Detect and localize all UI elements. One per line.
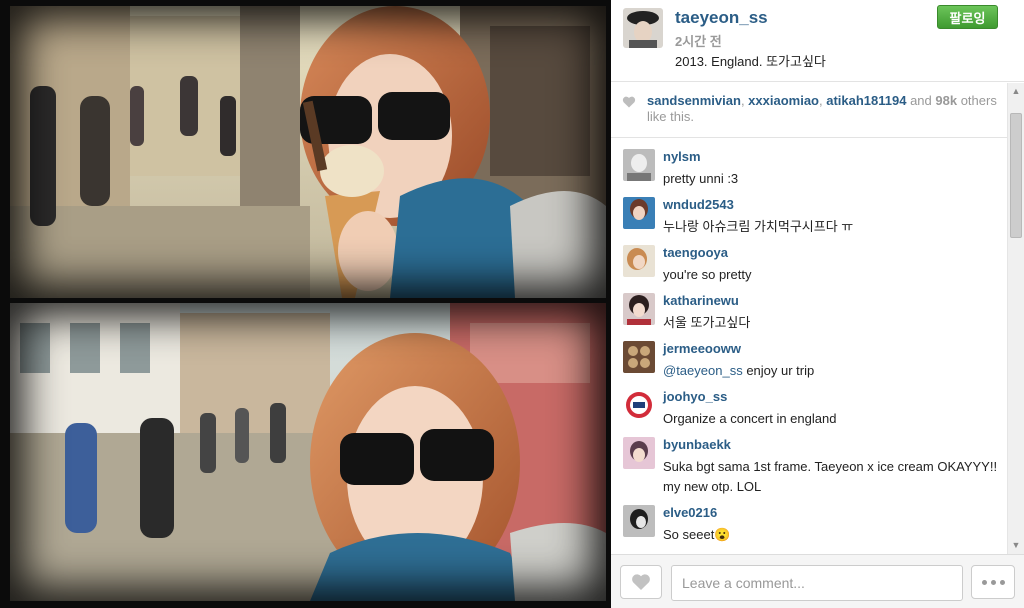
comment-avatar[interactable] <box>623 437 655 469</box>
comments-list: nylsm pretty unni :3 wndud2543 누나랑 아슈크림 … <box>611 139 1009 554</box>
comment-username[interactable]: katharinewu <box>663 293 739 308</box>
post-timestamp: 2시간 전 <box>675 34 722 49</box>
comment-text: @taeyeon_ss enjoy ur trip <box>663 363 815 378</box>
comment-text: Organize a concert in england <box>663 411 837 426</box>
likes-summary: sandsenmivian, xxxiaomiao, atikah181194 … <box>611 83 1009 138</box>
comment-username[interactable]: jermeeooww <box>663 341 741 356</box>
more-dots-icon <box>999 579 1005 585</box>
post-caption: 2013. England. 또가고싶다 <box>675 54 826 69</box>
liker-username[interactable]: xxxiaomiao <box>748 93 819 108</box>
comment-text: pretty unni :3 <box>663 171 739 186</box>
comment-username[interactable]: elve0216 <box>663 505 717 520</box>
heart-icon <box>622 96 636 108</box>
comment-text: 서울 또가고싶다 <box>663 315 751 330</box>
comment-mention[interactable]: @taeyeon_ss <box>663 363 743 378</box>
comment-avatar[interactable] <box>623 341 655 373</box>
comment-input[interactable] <box>671 565 963 601</box>
comment-item: katharinewu 서울 또가고싶다 <box>611 293 1009 335</box>
comment-avatar[interactable] <box>623 149 655 181</box>
comment-username[interactable]: taengooya <box>663 245 728 260</box>
liker-username[interactable]: atikah181194 <box>826 93 906 108</box>
scroll-down-arrow-icon[interactable]: ▼ <box>1008 537 1024 554</box>
post-username[interactable]: taeyeon_ss <box>675 8 768 28</box>
comment-username[interactable]: nylsm <box>663 149 701 164</box>
liker-username[interactable]: sandsenmivian <box>647 93 741 108</box>
comments-scrollbar[interactable]: ▲ ▼ <box>1007 83 1024 554</box>
more-dots-icon <box>990 579 996 585</box>
photo-bottom-frame <box>10 303 606 601</box>
scroll-up-arrow-icon[interactable]: ▲ <box>1008 83 1024 100</box>
more-dots-icon <box>981 579 987 585</box>
comment-avatar[interactable] <box>623 197 655 229</box>
heart-icon <box>632 574 650 590</box>
comment-username[interactable]: byunbaekk <box>663 437 731 452</box>
comment-text: you're so pretty <box>663 267 752 282</box>
likes-count[interactable]: 98k <box>935 93 957 108</box>
comment-text: 누나랑 아슈크림 가치먹구시프다 ㅠ <box>663 219 854 234</box>
comment-item: byunbaekk Suka bgt sama 1st frame. Taeye… <box>611 437 1009 499</box>
comment-avatar[interactable] <box>623 505 655 537</box>
post-photo[interactable] <box>0 0 611 608</box>
post-header: taeyeon_ss 2시간 전 2013. England. 또가고싶다 팔로… <box>611 0 1024 82</box>
avatar[interactable] <box>623 8 663 48</box>
scrollbar-thumb[interactable] <box>1010 113 1022 238</box>
comment-item: jermeeooww @taeyeon_ss enjoy ur trip <box>611 341 1009 383</box>
comment-item: joohyo_ss Organize a concert in england <box>611 389 1009 431</box>
like-button[interactable] <box>620 565 662 599</box>
post-detail-panel: taeyeon_ss 2시간 전 2013. England. 또가고싶다 팔로… <box>611 0 1024 608</box>
comment-item: nylsm pretty unni :3 <box>611 149 1009 191</box>
likes-text: sandsenmivian, xxxiaomiao, atikah181194 … <box>647 93 997 124</box>
comment-avatar[interactable] <box>623 293 655 325</box>
comment-footer <box>611 554 1024 608</box>
photo-top-frame <box>10 6 606 298</box>
following-button[interactable]: 팔로잉 <box>937 5 998 29</box>
more-options-button[interactable] <box>971 565 1015 599</box>
comment-item: taengooya you're so pretty <box>611 245 1009 287</box>
comment-username[interactable]: joohyo_ss <box>663 389 727 404</box>
comment-item: wndud2543 누나랑 아슈크림 가치먹구시프다 ㅠ <box>611 197 1009 239</box>
comment-avatar[interactable] <box>623 245 655 277</box>
comment-username[interactable]: wndud2543 <box>663 197 734 212</box>
comment-avatar[interactable] <box>623 389 655 421</box>
comment-item: elve0216 So seeet😮 <box>611 505 1009 547</box>
comment-text: So seeet😮 <box>663 527 731 542</box>
comment-text: Suka bgt sama 1st frame. Taeyeon x ice c… <box>663 459 998 494</box>
